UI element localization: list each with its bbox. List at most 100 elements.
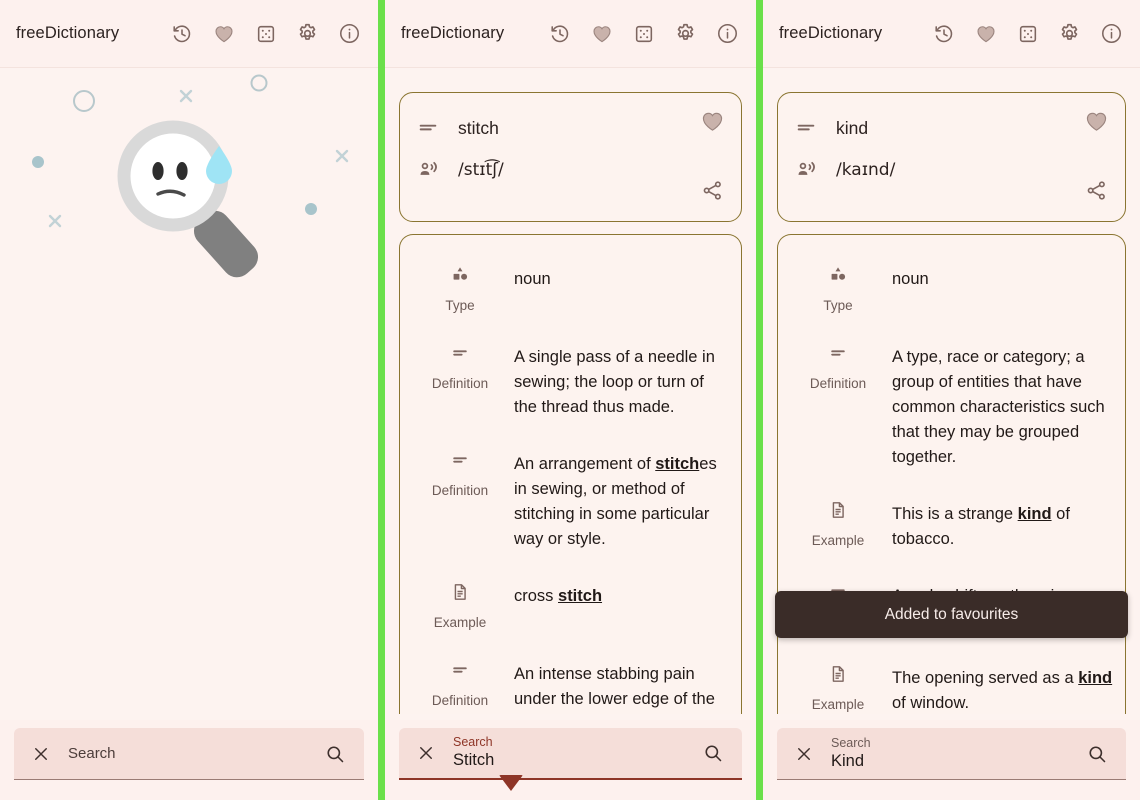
- entry-label-col: Example: [790, 660, 886, 712]
- example-row: Example cross stitch: [408, 568, 733, 646]
- share-icon[interactable]: [701, 179, 724, 207]
- search-value: Stitch: [453, 751, 495, 769]
- example-document-icon: [828, 664, 848, 689]
- panel-left-empty: freeDictionary Search: [0, 0, 378, 800]
- definition-row: Definition A type, race or category; a g…: [786, 329, 1117, 486]
- favourites-heart-icon[interactable]: [209, 19, 238, 48]
- panel-middle-stitch: freeDictionary stitch /stɪt͡ʃ/ Type noun…: [385, 0, 756, 800]
- appbar-left: freeDictionary: [0, 0, 378, 68]
- entry-text: noun: [514, 270, 551, 288]
- close-icon[interactable]: [789, 739, 819, 769]
- share-icon[interactable]: [1085, 179, 1108, 207]
- search-bar-right[interactable]: Search Kind: [777, 728, 1126, 780]
- word-ipa: /stɪt͡ʃ/: [458, 160, 504, 180]
- definition-row: Definition An arrangement of stitches in…: [408, 436, 733, 568]
- search-input-left[interactable]: Search: [68, 728, 320, 779]
- definition-row: Definition A single pass of a needle in …: [408, 329, 733, 436]
- word-term: kind: [836, 117, 869, 138]
- entry-label: Definition: [431, 376, 489, 391]
- appbar-actions: [929, 19, 1126, 48]
- info-icon[interactable]: [1097, 19, 1126, 48]
- word-term: stitch: [458, 117, 499, 138]
- word-ipa: /kaɪnd/: [836, 160, 896, 180]
- result-body-right: kind /kaɪnd/ Type noun Definition A type…: [763, 68, 1140, 720]
- category-shapes-icon: [450, 265, 470, 290]
- random-dice-icon[interactable]: [251, 19, 280, 48]
- entry-text: The opening served as a kind of window.: [892, 669, 1113, 712]
- app-title: freeDictionary: [16, 24, 120, 42]
- app-title: freeDictionary: [401, 24, 505, 42]
- entry-text: A single pass of a needle in sewing; the…: [514, 348, 715, 416]
- example-document-icon: [828, 500, 848, 525]
- three-panel-screenshot: freeDictionary Search freeDictionary sti…: [0, 0, 1140, 800]
- panel-divider-1: [378, 0, 385, 800]
- entry-text: noun: [892, 270, 929, 288]
- empty-illustration: [0, 68, 378, 720]
- example-row: Example This is a strange kind of tobacc…: [786, 486, 1117, 568]
- heart-icon[interactable]: [700, 109, 725, 139]
- definitions-card: Type noun Definition A type, race or cat…: [777, 234, 1126, 714]
- appbar-middle: freeDictionary: [385, 0, 756, 68]
- info-icon[interactable]: [713, 19, 742, 48]
- search-bar-left[interactable]: Search: [14, 728, 364, 780]
- search-placeholder: Search: [68, 745, 116, 762]
- entry-label: Example: [811, 697, 865, 712]
- favourites-heart-icon[interactable]: [587, 19, 616, 48]
- app-title: freeDictionary: [779, 24, 883, 42]
- search-input-middle[interactable]: Search Stitch: [453, 728, 698, 778]
- search-bar-middle[interactable]: Search Stitch: [399, 728, 742, 791]
- search-icon[interactable]: [320, 739, 350, 769]
- history-icon[interactable]: [545, 19, 574, 48]
- close-icon[interactable]: [411, 738, 441, 768]
- entry-label-col: Type: [790, 261, 886, 313]
- settings-gear-icon[interactable]: [1055, 19, 1084, 48]
- definition-lines-icon: [450, 660, 470, 685]
- definition-row: Type noun: [408, 251, 733, 329]
- snackbar-added-to-favourites: Added to favourites: [775, 591, 1128, 638]
- definitions-card: Type noun Definition A single pass of a …: [399, 234, 742, 714]
- favourites-heart-icon[interactable]: [971, 19, 1000, 48]
- searchbar-zone-left: Search: [0, 720, 378, 800]
- entry-text: This is a strange kind of tobacco.: [892, 505, 1070, 548]
- search-input-right[interactable]: Search Kind: [831, 728, 1082, 779]
- entry-text: An arrangement of stitches in sewing, or…: [514, 455, 717, 548]
- definition-lines-icon: [416, 117, 440, 139]
- entry-text: cross stitch: [514, 587, 603, 605]
- entry-label-col: Definition: [790, 339, 886, 391]
- search-label: Search: [453, 735, 493, 749]
- text-cursor-handle[interactable]: [499, 775, 523, 791]
- random-dice-icon[interactable]: [1013, 19, 1042, 48]
- settings-gear-icon[interactable]: [671, 19, 700, 48]
- search-icon[interactable]: [698, 738, 728, 768]
- definition-lines-icon: [828, 343, 848, 368]
- entry-label: Type: [823, 298, 853, 313]
- entry-label-col: Definition: [412, 446, 508, 498]
- entry-label: Definition: [431, 693, 489, 708]
- pronounce-speaker-icon[interactable]: [794, 159, 818, 182]
- searchbar-zone-right: Search Kind: [763, 720, 1140, 800]
- info-icon[interactable]: [335, 19, 364, 48]
- definition-lines-icon: [794, 117, 818, 139]
- heart-icon[interactable]: [1084, 109, 1109, 139]
- entry-label-col: Definition: [412, 656, 508, 708]
- entry-label-col: Type: [412, 261, 508, 313]
- entry-text: An intense stabbing pain under the lower…: [514, 665, 715, 708]
- random-dice-icon[interactable]: [629, 19, 658, 48]
- category-shapes-icon: [828, 265, 848, 290]
- search-icon[interactable]: [1082, 739, 1112, 769]
- entry-label: Type: [445, 298, 475, 313]
- example-document-icon: [450, 582, 470, 607]
- pronounce-speaker-icon[interactable]: [416, 159, 440, 182]
- searchbar-zone-middle: Search Stitch: [385, 720, 756, 800]
- entry-text: A type, race or category; a group of ent…: [892, 348, 1105, 466]
- settings-gear-icon[interactable]: [293, 19, 322, 48]
- history-icon[interactable]: [167, 19, 196, 48]
- appbar-actions: [167, 19, 364, 48]
- close-icon[interactable]: [26, 739, 56, 769]
- definition-row: Definition An intense stabbing pain unde…: [408, 646, 733, 714]
- history-icon[interactable]: [929, 19, 958, 48]
- entry-label-col: Definition: [412, 339, 508, 391]
- word-ipa-row: /kaɪnd/: [794, 149, 1109, 191]
- word-card-actions: [700, 109, 725, 207]
- search-label: Search: [831, 735, 871, 750]
